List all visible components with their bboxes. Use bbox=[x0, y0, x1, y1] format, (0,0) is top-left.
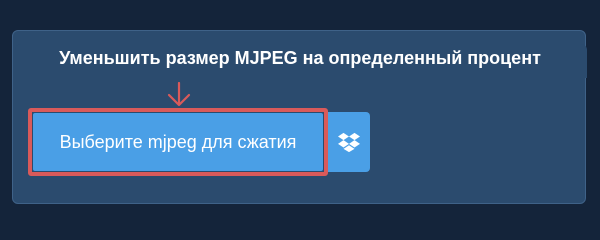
choose-file-button[interactable]: Выберите mjpeg для сжатия bbox=[33, 113, 323, 171]
page-title: Уменьшить размер MJPEG на определенный п… bbox=[59, 48, 541, 68]
dropbox-button[interactable] bbox=[328, 112, 370, 172]
down-arrow-icon bbox=[167, 82, 191, 107]
dropbox-icon bbox=[338, 132, 360, 153]
